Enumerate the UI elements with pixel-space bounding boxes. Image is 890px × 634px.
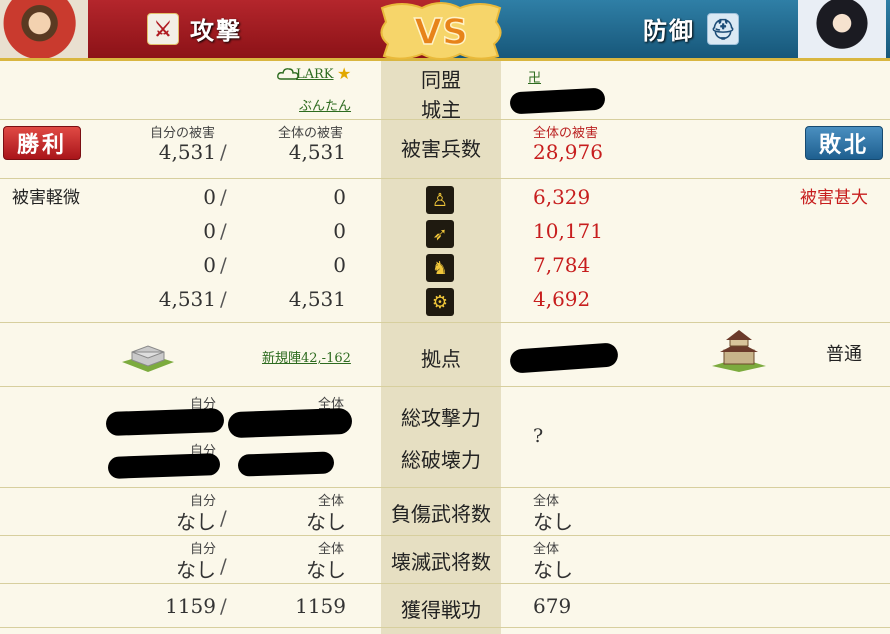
vs-emblem: VS [380,2,502,60]
unit-total-loss: 0 [333,219,346,243]
redacted-defender-lord [509,87,606,115]
row-divider [0,535,890,536]
destroyed-total-value: なし [306,558,346,582]
defeat-badge: 敗北 [805,126,883,160]
defender-total-damage: 28,976 [533,140,603,164]
damage-label: 被害兵数 [401,137,481,161]
attacker-base-link[interactable]: 新規陣42,-162 [262,347,351,366]
wounded-total-value: なし [306,510,346,534]
crossed-swords-icon: ⚔ [147,13,179,45]
camp-icon [122,345,174,372]
row-divider [0,178,890,179]
defender-alliance-link[interactable]: 卍 [528,67,541,86]
unit-total-loss: 0 [333,185,346,209]
attacker-severity: 被害軽微 [12,188,80,208]
vs-label: VS [414,12,468,53]
defender-damage-caption: 全体の被害 [533,126,599,141]
alliance-label: 同盟 [421,68,461,92]
row-divider [0,487,890,488]
redacted-self-attack-power [105,407,225,437]
unit-total-loss: 4,531 [288,287,346,311]
castle-icon [712,330,766,372]
separator: / [220,185,227,209]
cavalry-icon: ♞ [426,254,454,282]
attack-title: 攻撃 [190,17,242,45]
total-attack-label: 総攻撃力 [401,406,481,430]
total-damage-caption: 全体の被害 [278,126,344,141]
redacted-total-attack-power [227,407,353,439]
defense-title: 防御 [643,17,695,45]
total-destroy-label: 総破壊力 [401,448,481,472]
separator: / [220,140,227,164]
attacker-self-damage: 4,531 [158,140,216,164]
self-damage-caption: 自分の被害 [150,126,216,141]
attacker-portrait [0,0,88,58]
wounded-label: 負傷武将数 [391,502,491,526]
spearman-icon: ♙ [426,186,454,214]
unit-self-loss: 0 [203,253,216,277]
helmet-icon: ⛑ [707,13,739,45]
defender-severity: 被害甚大 [800,188,868,208]
unit-defender-loss: 6,329 [533,185,591,209]
lord-label: 城主 [421,98,461,122]
defender-base-status: 普通 [826,344,862,365]
destroyed-self-value: なし [176,558,216,582]
unit-total-loss: 0 [333,253,346,277]
redacted-defender-base [509,342,619,374]
battle-header: ⚔ 攻撃 ⛑ 防御 VS [0,0,890,61]
separator: / [220,287,227,311]
separator: / [220,594,227,618]
unit-defender-loss: 4,692 [533,287,591,311]
attacker-lord-link[interactable]: ぶんたん [299,95,351,114]
unit-self-loss: 0 [203,185,216,209]
attacker-total-damage: 4,531 [288,140,346,164]
merit-self-value: 1159 [165,594,216,618]
merit-defender-value: 679 [533,594,572,618]
row-divider [0,386,890,387]
archer-icon: ➶ [426,220,454,248]
row-divider [0,627,890,628]
redacted-total-destroy-power [237,451,335,477]
star-icon: ★ [337,64,352,83]
row-divider [0,322,890,323]
separator: / [220,253,227,277]
merit-label: 獲得戦功 [401,598,481,622]
row-divider [0,583,890,584]
siege-icon: ⚙ [426,288,454,316]
base-label: 拠点 [421,347,461,371]
attacker-alliance-link[interactable]: LARK [296,67,334,82]
unit-self-loss: 0 [203,219,216,243]
wounded-self-value: なし [176,510,216,534]
unit-self-loss: 4,531 [158,287,216,311]
unit-defender-loss: 10,171 [533,219,603,243]
destroyed-defender-value: なし [533,558,573,582]
victory-badge: 勝利 [3,126,81,160]
defender-power-value: ? [533,425,544,447]
merit-total-value: 1159 [295,594,346,618]
defender-portrait [798,0,886,58]
unit-defender-loss: 7,784 [533,253,591,277]
separator: / [220,506,227,530]
wounded-defender-value: なし [533,510,573,534]
destroyed-label: 壊滅武将数 [391,550,491,574]
redacted-self-destroy-power [107,453,221,479]
separator: / [220,554,227,578]
separator: / [220,219,227,243]
